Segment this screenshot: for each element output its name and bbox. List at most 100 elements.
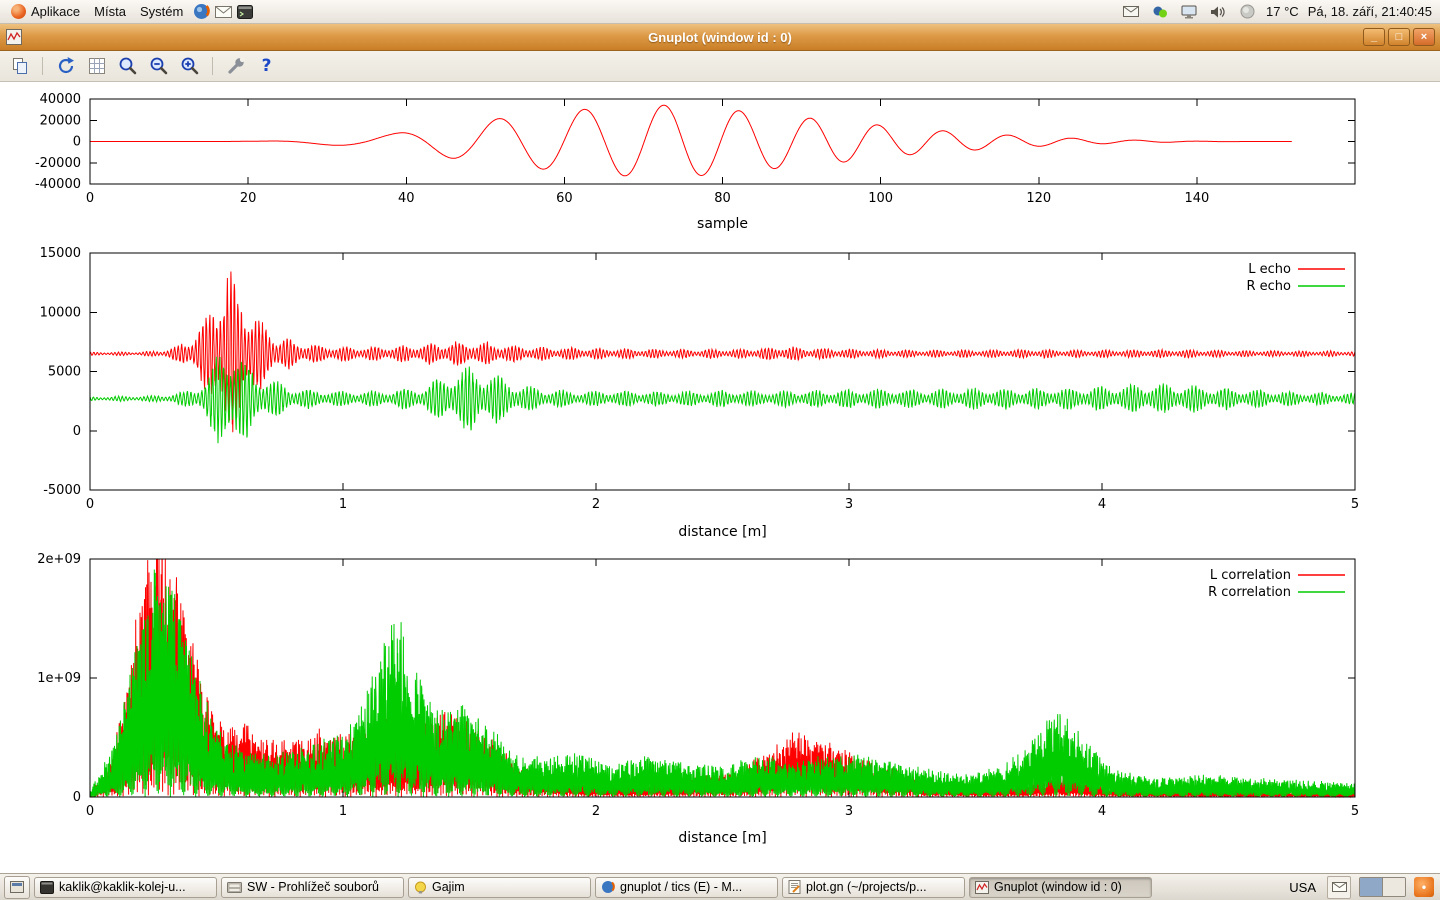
mail-tray-button[interactable]	[1327, 876, 1351, 899]
taskbar-right-cluster: USA •	[1286, 876, 1436, 899]
svg-text:sample: sample	[697, 216, 748, 232]
zoom-out-button[interactable]	[145, 54, 172, 79]
volume-applet-icon[interactable]	[1208, 2, 1228, 22]
close-button[interactable]: ×	[1413, 28, 1435, 46]
svg-text:L correlation: L correlation	[1210, 568, 1291, 583]
ubuntu-logo-icon	[11, 4, 26, 19]
svg-text:2e+09: 2e+09	[37, 552, 81, 567]
temperature-label[interactable]: 17 °C	[1266, 4, 1299, 19]
svg-text:1e+09: 1e+09	[37, 671, 81, 686]
update-notifier-icon[interactable]: •	[1414, 877, 1434, 897]
task-button-text-editor[interactable]: plot.gn (~/projects/p...	[782, 877, 965, 898]
toggle-grid-button[interactable]	[83, 54, 110, 79]
users-icon	[1152, 5, 1168, 19]
menu-system[interactable]: Systém	[133, 0, 190, 23]
svg-text:40: 40	[398, 191, 415, 206]
grid-icon	[87, 56, 107, 76]
svg-text:10000: 10000	[40, 305, 81, 320]
task-button-label: SW - Prohlížeč souborů	[247, 880, 379, 894]
svg-text:1: 1	[339, 497, 347, 512]
configure-button[interactable]	[222, 54, 249, 79]
wrench-icon	[226, 56, 246, 76]
workspace-2[interactable]	[1382, 878, 1405, 896]
task-button-label: Gajim	[432, 880, 465, 894]
show-desktop-icon	[10, 881, 24, 893]
task-button-firefox[interactable]: gnuplot / tics (E) - M...	[595, 877, 778, 898]
weather-applet-icon[interactable]	[1237, 2, 1257, 22]
display-applet-icon[interactable]	[1179, 2, 1199, 22]
gajim-icon	[414, 881, 427, 894]
zoom-icon	[118, 56, 138, 76]
mail-notification-icon[interactable]	[1121, 2, 1141, 22]
zoom-in-button[interactable]	[176, 54, 203, 79]
file-manager-icon	[227, 881, 242, 893]
task-button-label: plot.gn (~/projects/p...	[806, 880, 927, 894]
svg-text:5: 5	[1351, 497, 1359, 512]
gnuplot-icon	[975, 881, 989, 894]
copy-icon	[10, 56, 30, 76]
terminal-icon	[237, 5, 253, 19]
svg-text:0: 0	[86, 804, 94, 819]
svg-text:4: 4	[1098, 497, 1106, 512]
menu-applications[interactable]: Aplikace	[4, 0, 87, 23]
task-button-label: gnuplot / tics (E) - M...	[620, 880, 742, 894]
svg-text:20: 20	[240, 191, 257, 206]
svg-text:distance [m]: distance [m]	[678, 524, 766, 540]
minimize-button[interactable]: _	[1363, 28, 1385, 46]
replot-button[interactable]	[52, 54, 79, 79]
help-icon: ?	[262, 56, 272, 76]
task-button-file-manager[interactable]: SW - Prohlížeč souborů	[221, 877, 404, 898]
speaker-icon	[1210, 5, 1226, 19]
svg-text:2: 2	[592, 497, 600, 512]
clock-label[interactable]: Pá, 18. září, 21:40:45	[1308, 4, 1432, 19]
taskbar: kaklik@kaklik-kolej-u... SW - Prohlížeč …	[0, 873, 1440, 900]
svg-text:5: 5	[1351, 804, 1359, 819]
zoom-out-icon	[149, 56, 169, 76]
help-button[interactable]: ?	[253, 54, 280, 79]
envelope-icon	[1332, 882, 1347, 892]
svg-text:1: 1	[339, 804, 347, 819]
terminal-launcher-icon[interactable]	[234, 0, 256, 23]
task-button-gnuplot[interactable]: Gnuplot (window id : 0)	[969, 877, 1152, 898]
svg-text:-20000: -20000	[35, 156, 81, 171]
window-controls: _ □ ×	[1363, 28, 1440, 46]
gnome-top-panel: Aplikace Místa Systém	[0, 0, 1440, 24]
svg-text:60: 60	[556, 191, 573, 206]
keyboard-layout-indicator[interactable]: USA	[1286, 880, 1319, 895]
show-desktop-button[interactable]	[4, 876, 30, 899]
zoom-region-button[interactable]	[114, 54, 141, 79]
svg-text:-40000: -40000	[35, 177, 81, 192]
titlebar[interactable]: Gnuplot (window id : 0) _ □ ×	[0, 24, 1440, 51]
window-title: Gnuplot (window id : 0)	[648, 30, 792, 45]
svg-text:R echo: R echo	[1246, 279, 1291, 294]
task-button-label: kaklik@kaklik-kolej-u...	[59, 880, 186, 894]
zoom-in-icon	[180, 56, 200, 76]
workspace-1[interactable]	[1360, 878, 1382, 896]
maximize-button[interactable]: □	[1388, 28, 1410, 46]
gnuplot-window: Gnuplot (window id : 0) _ □ ×	[0, 24, 1440, 873]
svg-text:0: 0	[73, 790, 81, 805]
svg-text:5000: 5000	[48, 365, 81, 380]
svg-text:L echo: L echo	[1248, 262, 1291, 277]
firefox-icon	[601, 880, 615, 894]
gnuplot-canvas[interactable]: 020406080100120140-40000-200000200004000…	[0, 82, 1440, 875]
svg-text:4: 4	[1098, 804, 1106, 819]
task-button-gajim[interactable]: Gajim	[408, 877, 591, 898]
svg-text:3: 3	[845, 804, 853, 819]
users-applet-icon[interactable]	[1150, 2, 1170, 22]
email-launcher-icon[interactable]	[212, 0, 234, 23]
svg-text:3: 3	[845, 497, 853, 512]
svg-text:0: 0	[73, 424, 81, 439]
svg-text:140: 140	[1184, 191, 1209, 206]
workspace-switcher[interactable]	[1359, 877, 1406, 897]
copy-to-clipboard-button[interactable]	[6, 54, 33, 79]
plot-area[interactable]: 020406080100120140-40000-200000200004000…	[0, 82, 1440, 875]
svg-text:distance [m]: distance [m]	[678, 830, 766, 846]
menu-applications-label: Aplikace	[31, 4, 80, 19]
svg-text:0: 0	[73, 135, 81, 150]
menu-places[interactable]: Místa	[87, 0, 133, 23]
svg-text:100: 100	[868, 191, 893, 206]
svg-text:120: 120	[1026, 191, 1051, 206]
task-button-terminal[interactable]: kaklik@kaklik-kolej-u...	[34, 877, 217, 898]
firefox-launcher-icon[interactable]	[190, 0, 212, 23]
